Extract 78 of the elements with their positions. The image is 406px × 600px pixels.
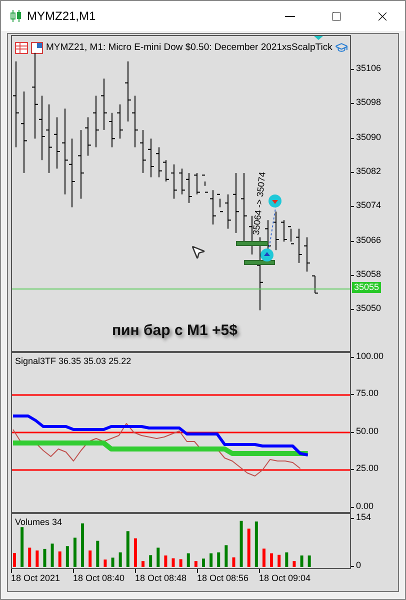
time-label: 18 Oct 08:48 [135,572,187,585]
volume-bar [232,557,236,567]
current-price-badge: 35055 [352,282,382,293]
order-zone [236,241,268,246]
volume-bar [254,522,258,567]
volume-bar [278,554,281,567]
candlestick-icon [10,10,22,22]
axis-label: 154 [356,513,372,522]
chart-comment: пин бар с M1 +5$ [112,321,238,341]
axis-label: 25.00 [356,464,379,473]
price-label: 35074 [356,201,382,210]
volume-bar [292,561,296,567]
price-label: 35066 [356,236,382,244]
price-label: 35050 [356,304,382,314]
volume-bar [50,544,54,567]
volume-bar [247,528,250,567]
volume-bar [96,540,100,567]
axis-label: 75.00 [356,389,379,398]
volume-bar [142,561,145,567]
volume-bar [240,520,243,567]
volume-bar [118,552,122,567]
volume-bar [36,550,39,567]
price-label: 35090 [356,132,382,142]
cursor-icon [190,244,206,260]
volume-bar [58,551,62,567]
volume-bar [202,558,205,567]
volume-bar [134,538,137,567]
graduation-cap-icon[interactable] [335,41,348,54]
volume-bar [270,553,274,567]
price-label: 35082 [356,166,382,176]
volume-bar [164,555,168,567]
document-icon[interactable] [31,42,43,54]
volume-bar [224,545,228,567]
time-label: 18 Oct 08:56 [197,572,249,585]
axis-label: 0.00 [356,502,374,510]
window-title: MYMZ21,M1 [27,8,96,25]
volume-bar [186,553,190,567]
volume-bar [262,548,266,567]
volume-bar [149,555,152,567]
table-icon[interactable] [15,42,28,54]
volume-bar [300,555,304,567]
volume-bar [88,550,92,567]
volume-bar [179,559,182,567]
volume-bar [210,553,213,567]
price-label: 35058 [356,270,382,279]
order-zone [244,260,275,265]
time-label: 18 Oct 08:40 [73,572,125,585]
volume-bar [73,538,76,567]
volume-bar [28,548,32,567]
axis-label: 0 [356,561,362,570]
volume-bar [308,555,311,567]
volume-bar [81,523,84,567]
indicator-label: Volumes 34 [15,516,62,529]
maximize-icon [330,10,342,22]
price-label: 35106 [356,64,382,73]
time-label: 18 Oct 2021 [11,572,60,585]
time-label: 18 Oct 09:04 [259,572,311,585]
volume-bar [156,548,160,567]
volume-bar [104,560,107,567]
volume-bar [217,552,220,567]
volume-bar [285,552,288,567]
price-label: 35098 [356,98,382,108]
indicator-label: Signal3TF 36.35 35.03 25.22 [15,355,132,368]
trade-label: 35064 -> 35074 [250,171,268,236]
volume-bar [111,558,114,567]
axis-label: 100.00 [356,352,384,360]
volume-bar [20,527,24,567]
buy-marker-icon [260,248,274,262]
sell-marker-icon [268,194,282,208]
volume-bar [13,552,16,567]
volume-bar [172,558,175,567]
volume-bar [43,548,46,567]
triangle-icon [314,36,323,40]
volume-bar [66,546,69,567]
volume-bar [126,531,130,567]
volume-bar [194,561,198,567]
axis-label: 50.00 [356,426,379,436]
chart-header: MYMZ21, M1: Micro E-mini Dow $0.50: December 2021xsScalpTick [46,42,332,53]
